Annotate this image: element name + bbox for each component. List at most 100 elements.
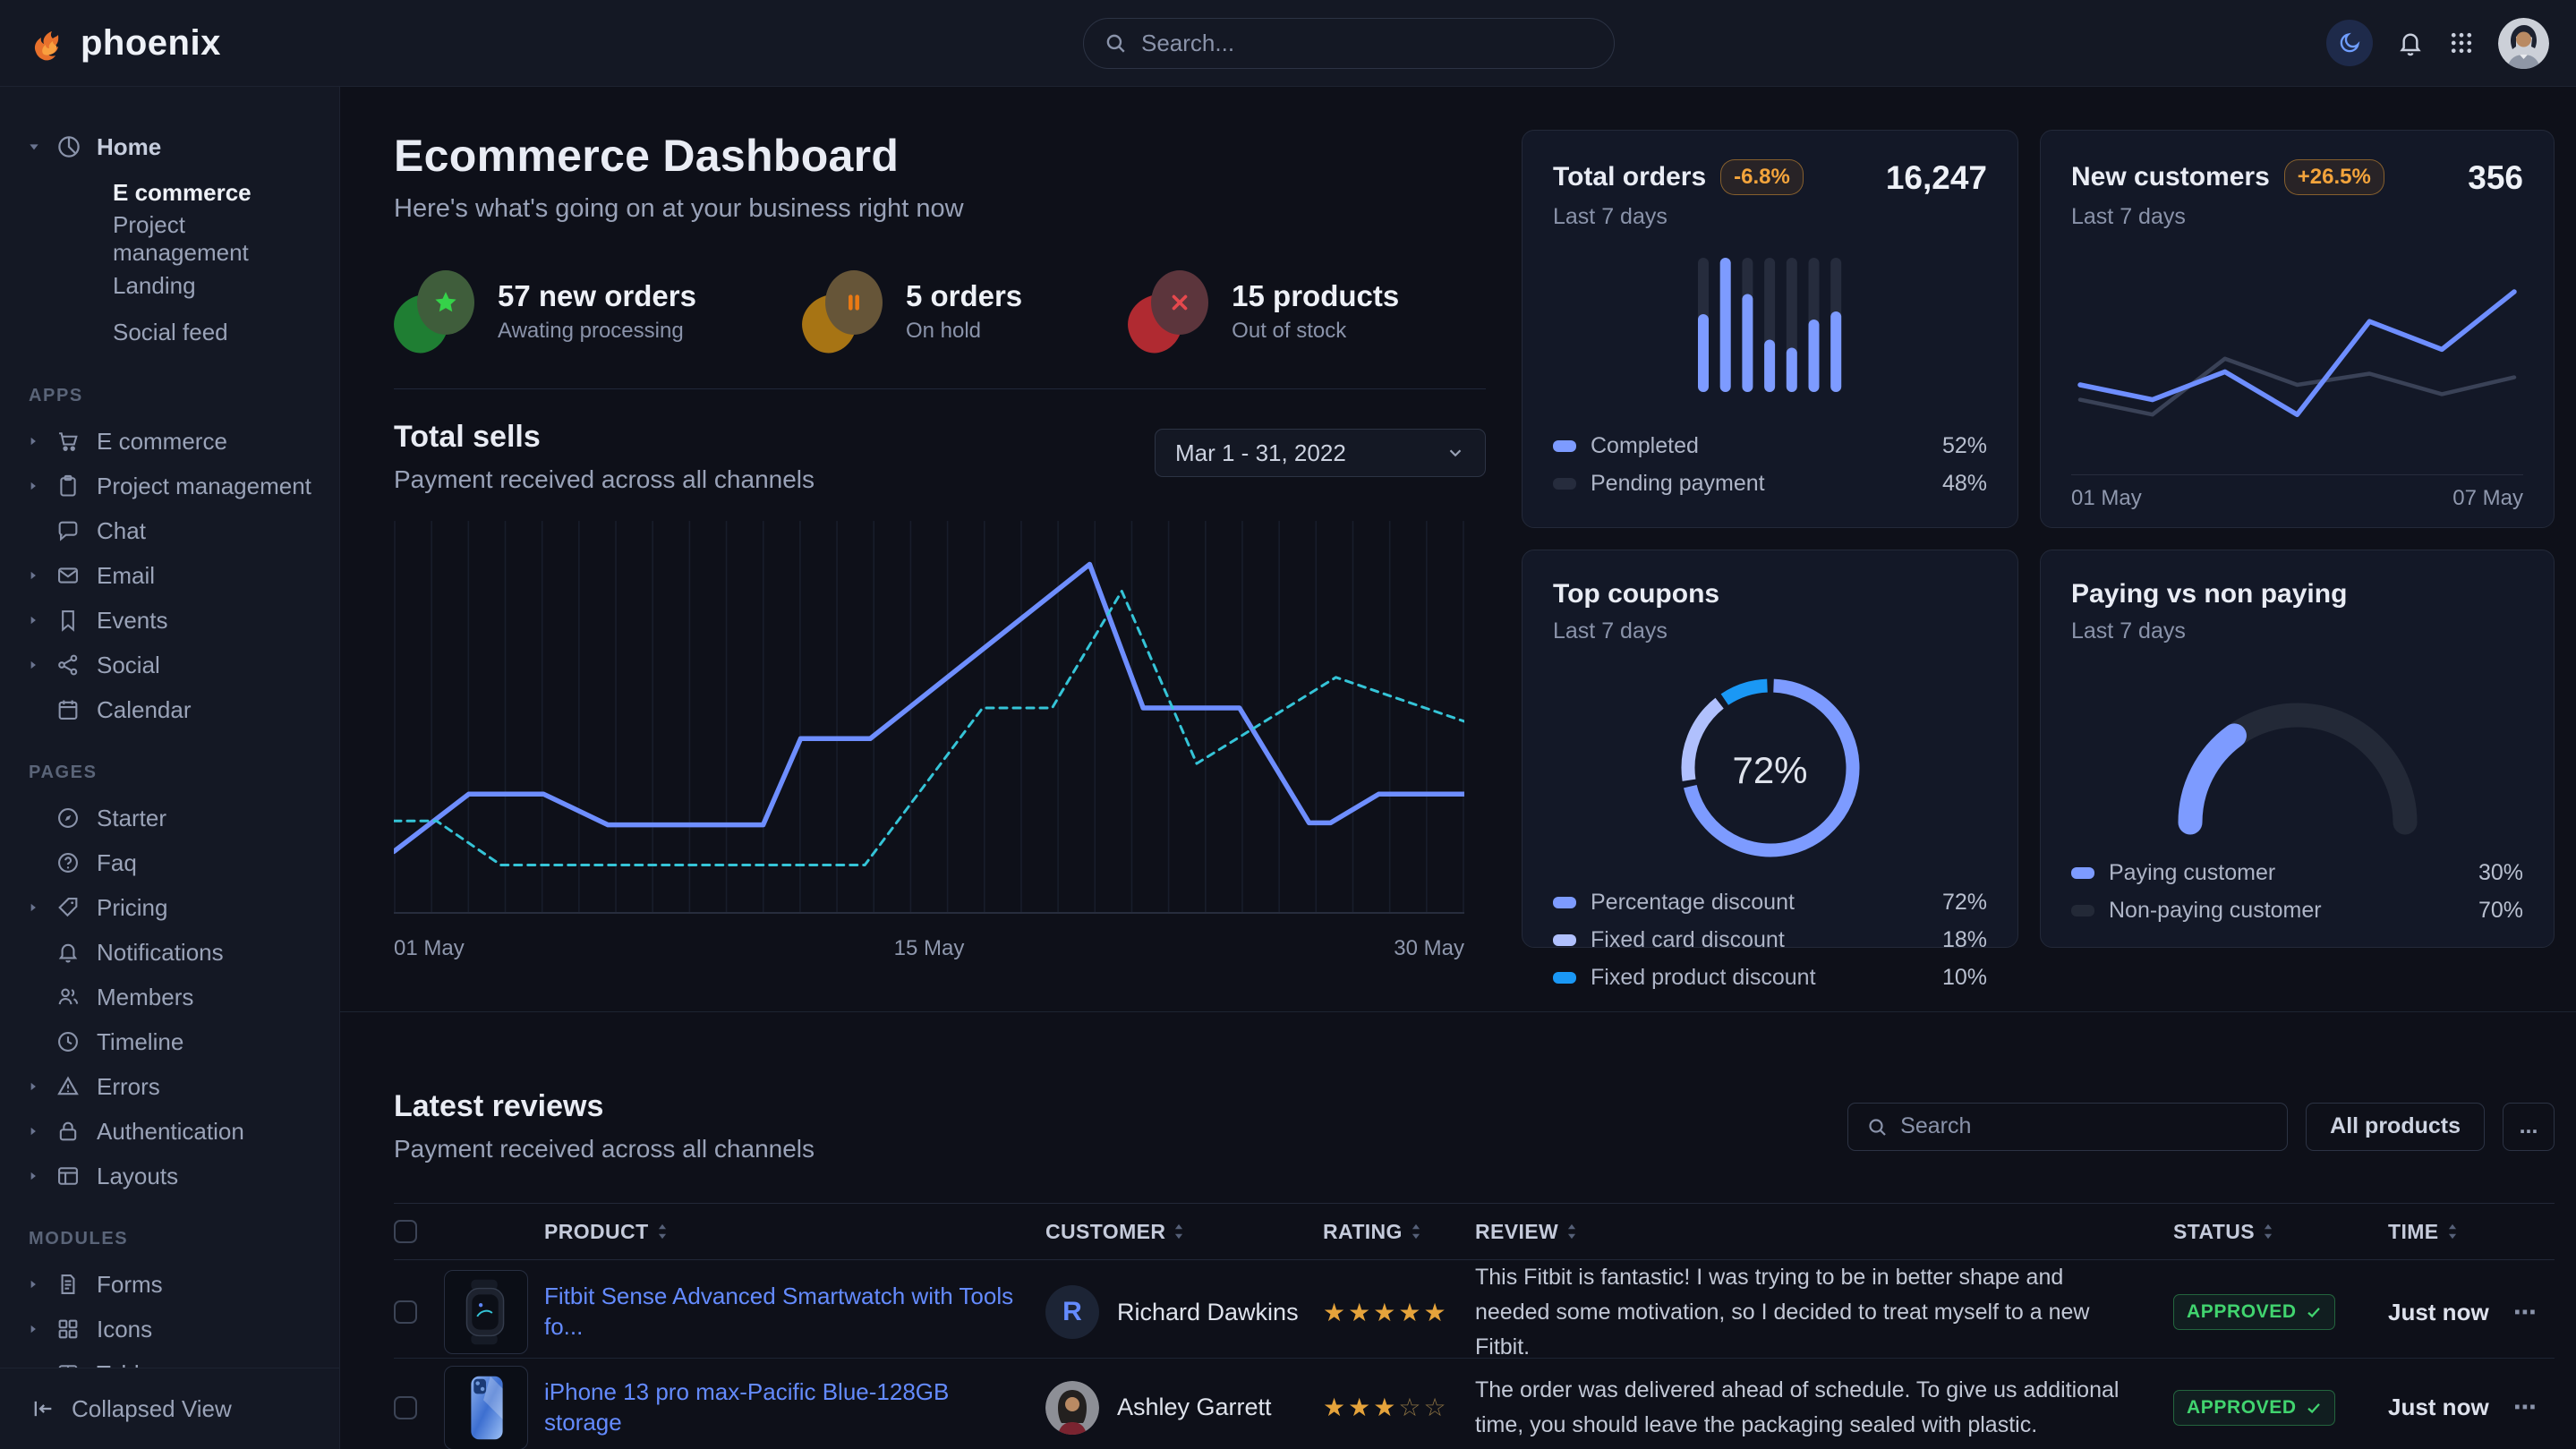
chevron-down-icon <box>1446 443 1465 463</box>
sidebar-item-layouts[interactable]: Layouts <box>27 1154 316 1198</box>
caret-right-icon <box>27 569 41 582</box>
total-orders-card: Total orders -6.8% Last 7 days 16,247 <box>1522 130 2018 528</box>
product-link[interactable]: Fitbit Sense Advanced Smartwatch with To… <box>544 1282 1045 1342</box>
card-subtitle: Last 7 days <box>2071 618 2347 644</box>
new-customers-line-chart: 01 May 07 May <box>2071 260 2523 511</box>
row-checkbox[interactable] <box>394 1396 417 1419</box>
column-header-product[interactable]: PRODUCT <box>544 1220 1045 1244</box>
sort-icon <box>1410 1223 1422 1240</box>
sidebar-item-landing[interactable]: Landing <box>27 262 316 309</box>
search-input[interactable] <box>1141 30 1594 57</box>
legend-item: Non-paying customer 70% <box>2071 891 2523 929</box>
top-coupons-donut-chart: 72% <box>1672 669 1869 871</box>
column-header-customer[interactable]: CUSTOMER <box>1045 1220 1323 1244</box>
column-header-status[interactable]: STATUS <box>2173 1220 2388 1244</box>
stat-title: 57 new orders <box>498 279 696 313</box>
collapse-sidebar-button[interactable]: Collapsed View <box>0 1368 339 1449</box>
sidebar-item-notifications[interactable]: Notifications <box>27 930 316 975</box>
card-subtitle: Last 7 days <box>1553 204 1804 230</box>
sidebar-item-ecommerce-dashboard[interactable]: E commerce <box>27 169 316 216</box>
sidebar-item-forms[interactable]: Forms <box>27 1262 316 1307</box>
x-axis-tick: 07 May <box>2452 486 2523 511</box>
rating-stars: ★★★★★ <box>1323 1298 1475 1327</box>
customer-cell[interactable]: Ashley Garrett <box>1045 1381 1323 1435</box>
card-title: New customers <box>2071 162 2270 192</box>
legend-item: Paying customer 30% <box>2071 854 2523 891</box>
sidebar-item-social[interactable]: Social <box>27 643 316 687</box>
brand-logo[interactable]: phoenix <box>27 23 340 64</box>
sidebar-item-home[interactable]: Home <box>27 124 316 169</box>
file-text-icon <box>55 1272 82 1297</box>
sidebar-item-label: Project management <box>97 473 311 500</box>
sidebar-item-label: Authentication <box>97 1118 244 1146</box>
product-thumbnail <box>444 1270 528 1354</box>
sort-icon <box>2446 1223 2459 1240</box>
date-range-select[interactable]: Mar 1 - 31, 2022 <box>1155 429 1486 477</box>
reviews-search[interactable] <box>1847 1103 2288 1151</box>
sidebar-item-tables[interactable]: Tables <box>27 1351 316 1368</box>
column-header-time[interactable]: TIME <box>2388 1220 2513 1244</box>
sidebar-item-app-project-management[interactable]: Project management <box>27 464 316 508</box>
global-search[interactable] <box>1083 18 1615 69</box>
reviews-subtitle: Payment received across all channels <box>394 1135 815 1163</box>
sidebar-item-label: Members <box>97 984 193 1011</box>
column-header-rating[interactable]: RATING <box>1323 1220 1475 1244</box>
user-avatar[interactable] <box>2498 18 2549 69</box>
review-text: This Fitbit is fantastic! I was trying t… <box>1475 1260 2173 1364</box>
sidebar-item-label: Email <box>97 562 155 590</box>
sidebar-item-chat[interactable]: Chat <box>27 508 316 553</box>
sidebar-item-project-management-dashboard[interactable]: Project management <box>27 216 316 262</box>
sidebar-item-faq[interactable]: Faq <box>27 840 316 885</box>
sidebar-item-label: Timeline <box>97 1028 183 1056</box>
legend-item: Percentage discount 72% <box>1553 883 1987 921</box>
caret-right-icon <box>27 1125 41 1138</box>
card-title: Paying vs non paying <box>2071 579 2347 609</box>
sidebar-item-events[interactable]: Events <box>27 598 316 643</box>
sidebar-item-email[interactable]: Email <box>27 553 316 598</box>
column-header-review[interactable]: REVIEW <box>1475 1220 2173 1244</box>
stat-title: 15 products <box>1232 279 1399 313</box>
paying-vs-nonpaying-card: Paying vs non paying Last 7 days Payi <box>2040 550 2555 948</box>
select-all-checkbox[interactable] <box>394 1220 417 1243</box>
theme-toggle-button[interactable] <box>2326 20 2373 66</box>
sidebar-item-starter[interactable]: Starter <box>27 796 316 840</box>
stat-subtitle: Awating processing <box>498 319 696 344</box>
total-orders-bar-chart <box>1694 253 1847 401</box>
envelope-icon <box>55 563 82 588</box>
customer-cell[interactable]: R Richard Dawkins <box>1045 1285 1323 1339</box>
caret-right-icon <box>27 435 41 447</box>
sidebar-item-icons[interactable]: Icons <box>27 1307 316 1351</box>
notifications-button[interactable] <box>2396 29 2425 57</box>
moon-icon <box>2337 30 2362 55</box>
sidebar-item-timeline[interactable]: Timeline <box>27 1019 316 1064</box>
product-link[interactable]: iPhone 13 pro max-Pacific Blue-128GB sto… <box>544 1377 1045 1438</box>
sidebar-item-calendar[interactable]: Calendar <box>27 687 316 732</box>
sort-icon <box>1565 1223 1578 1240</box>
sidebar-item-errors[interactable]: Errors <box>27 1064 316 1109</box>
all-products-button[interactable]: All products <box>2306 1103 2485 1151</box>
sidebar-item-social-feed[interactable]: Social feed <box>27 309 316 355</box>
row-checkbox[interactable] <box>394 1300 417 1324</box>
sidebar-item-pricing[interactable]: Pricing <box>27 885 316 930</box>
row-actions-button[interactable]: ⋯ <box>2513 1299 2555 1326</box>
grid-dots-icon <box>2448 30 2475 56</box>
row-actions-button[interactable]: ⋯ <box>2513 1394 2555 1421</box>
customer-name: Richard Dawkins <box>1117 1299 1299 1326</box>
topbar: phoenix <box>0 0 2576 87</box>
compass-icon <box>55 805 82 831</box>
reviews-search-input[interactable] <box>1900 1113 2269 1139</box>
bell-icon <box>55 940 82 965</box>
caret-down-icon <box>27 140 41 154</box>
sidebar-item-app-ecommerce[interactable]: E commerce <box>27 419 316 464</box>
sidebar-section-modules: MODULES <box>29 1229 316 1249</box>
legend-item: Fixed product discount 10% <box>1553 959 1987 996</box>
tag-icon <box>55 895 82 920</box>
sidebar-item-members[interactable]: Members <box>27 975 316 1019</box>
apps-menu-button[interactable] <box>2448 30 2475 56</box>
customer-avatar: R <box>1045 1285 1099 1339</box>
sidebar-item-authentication[interactable]: Authentication <box>27 1109 316 1154</box>
stat-subtitle: Out of stock <box>1232 319 1399 344</box>
reviews-more-button[interactable]: ... <box>2503 1103 2555 1151</box>
sidebar-item-label: Calendar <box>97 696 192 724</box>
sidebar-item-label: Notifications <box>97 939 224 967</box>
